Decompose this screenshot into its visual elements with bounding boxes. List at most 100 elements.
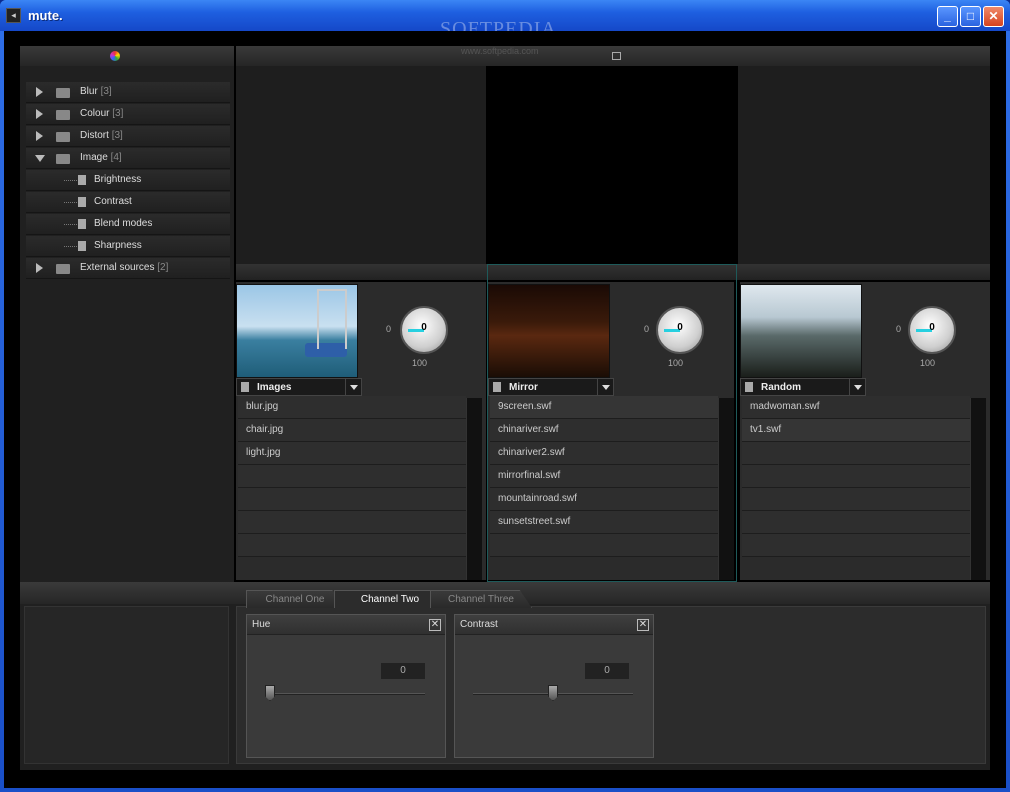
channel-thumbnail[interactable] — [236, 284, 358, 378]
list-item[interactable]: mountainroad.swf — [490, 488, 718, 511]
source-dropdown[interactable]: Mirror — [488, 378, 614, 396]
opacity-knob[interactable]: 0 — [400, 306, 448, 354]
knob-max: 100 — [412, 358, 428, 368]
expand-arrow-icon[interactable] — [36, 87, 43, 97]
list-item-empty — [742, 465, 970, 488]
close-icon[interactable]: ✕ — [637, 619, 649, 631]
minimize-button[interactable]: _ — [937, 6, 958, 27]
knob-value: 0 — [677, 322, 683, 333]
preview-channel-one — [236, 66, 486, 264]
effect-hue: Hue ✕ 0 — [246, 614, 446, 758]
scrollbar[interactable] — [718, 398, 734, 580]
list-item-empty — [238, 534, 466, 557]
file-list: madwoman.swf tv1.swf — [742, 396, 970, 580]
document-icon — [493, 382, 501, 392]
preview-channel-two — [488, 66, 736, 264]
open-folder-icon — [56, 154, 70, 164]
tree-count: [3] — [111, 130, 123, 141]
tree-count: [2] — [157, 262, 169, 273]
scrollbar[interactable] — [466, 398, 482, 580]
preview-channel-three — [738, 66, 990, 264]
effect-value[interactable]: 0 — [381, 663, 425, 679]
file-list: 9screen.swf chinariver.swf chinariver2.s… — [490, 396, 718, 580]
tree-item-distort[interactable]: Distort [3] — [26, 126, 230, 147]
effect-contrast: Contrast ✕ 0 — [454, 614, 654, 758]
knob-min: 0 — [896, 324, 902, 334]
chevron-down-icon[interactable] — [597, 379, 613, 395]
source-dropdown[interactable]: Random — [740, 378, 866, 396]
effect-value[interactable]: 0 — [585, 663, 629, 679]
tree-label: Sharpness — [94, 240, 142, 251]
tree-label: Distort — [80, 130, 109, 141]
tree-item-contrast[interactable]: Contrast — [26, 192, 230, 213]
source-label: Mirror — [509, 382, 538, 393]
source-label: Random — [761, 382, 801, 393]
expand-arrow-icon[interactable] — [36, 263, 43, 273]
document-icon — [78, 241, 86, 251]
list-item-empty — [238, 511, 466, 534]
list-item[interactable]: chair.jpg — [238, 419, 466, 442]
app-menu-icon[interactable]: ◂ — [6, 8, 21, 23]
knob-min: 0 — [644, 324, 650, 334]
channel-thumbnail[interactable] — [740, 284, 862, 378]
expand-arrow-icon[interactable] — [36, 109, 43, 119]
opacity-knob[interactable]: 0 — [908, 306, 956, 354]
document-icon — [78, 175, 86, 185]
close-button[interactable]: ✕ — [983, 6, 1004, 27]
tab-channel-one[interactable]: Channel One — [246, 590, 344, 608]
scrollbar[interactable] — [970, 398, 986, 580]
preview-header: www.softpedia.com — [236, 46, 990, 66]
channel-three: Random 0 0 100 madwoman.swf tv1.swf — [740, 282, 990, 580]
collapse-arrow-icon[interactable] — [35, 155, 45, 162]
list-item[interactable]: tv1.swf — [742, 419, 970, 442]
tree-label: External sources — [80, 262, 155, 273]
list-item[interactable]: mirrorfinal.swf — [490, 465, 718, 488]
tree-label: Blend modes — [94, 218, 153, 229]
maximize-button[interactable]: □ — [960, 6, 981, 27]
source-dropdown[interactable]: Images — [236, 378, 362, 396]
tree-item-external-sources[interactable]: External sources [2] — [26, 258, 230, 279]
list-item[interactable]: sunsetstreet.swf — [490, 511, 718, 534]
tree-item-image[interactable]: Image [4] — [26, 148, 230, 169]
tree-count: [4] — [110, 152, 122, 163]
knob-max: 100 — [668, 358, 684, 368]
list-item[interactable]: 9screen.swf — [490, 396, 718, 419]
tab-channel-two[interactable]: Channel Two — [334, 590, 446, 608]
slider-handle[interactable] — [265, 685, 275, 701]
tree-label: Contrast — [94, 196, 132, 207]
document-icon — [78, 219, 86, 229]
channel-two: Mirror 0 0 100 9screen.swf chinariver.sw… — [488, 282, 734, 580]
source-label: Images — [257, 382, 292, 393]
tree-item-blend-modes[interactable]: Blend modes — [26, 214, 230, 235]
slider-handle[interactable] — [548, 685, 558, 701]
opacity-knob[interactable]: 0 — [656, 306, 704, 354]
folder-icon — [56, 264, 70, 274]
tree-item-brightness[interactable]: Brightness — [26, 170, 230, 191]
folder-icon — [56, 132, 70, 142]
chevron-down-icon[interactable] — [849, 379, 865, 395]
fullscreen-icon[interactable] — [612, 52, 621, 60]
tab-channel-three[interactable]: Channel Three — [430, 590, 532, 608]
tree-item-colour[interactable]: Colour [3] — [26, 104, 230, 125]
list-item[interactable]: light.jpg — [238, 442, 466, 465]
list-item-empty — [238, 488, 466, 511]
close-icon[interactable]: ✕ — [429, 619, 441, 631]
watermark-url: www.softpedia.com — [461, 46, 539, 56]
effects-tree: Blur [3] Colour [3] Distort [3] Image [4… — [20, 66, 234, 582]
document-icon — [78, 197, 86, 207]
list-item-empty — [490, 534, 718, 557]
list-item[interactable]: chinariver2.swf — [490, 442, 718, 465]
expand-arrow-icon[interactable] — [36, 131, 43, 141]
list-item[interactable]: madwoman.swf — [742, 396, 970, 419]
tree-label: Image — [80, 152, 108, 163]
list-item[interactable]: blur.jpg — [238, 396, 466, 419]
channel-thumbnail[interactable] — [488, 284, 610, 378]
chevron-down-icon[interactable] — [345, 379, 361, 395]
color-wheel-icon[interactable] — [110, 51, 120, 61]
tree-item-blur[interactable]: Blur [3] — [26, 82, 230, 103]
effect-title: Hue — [247, 615, 445, 635]
tree-item-sharpness[interactable]: Sharpness — [26, 236, 230, 257]
title-bar[interactable]: ◂ mute. SOFTPEDIA _ □ ✕ — [0, 0, 1010, 40]
list-item[interactable]: chinariver.swf — [490, 419, 718, 442]
slider-track[interactable] — [265, 693, 425, 695]
